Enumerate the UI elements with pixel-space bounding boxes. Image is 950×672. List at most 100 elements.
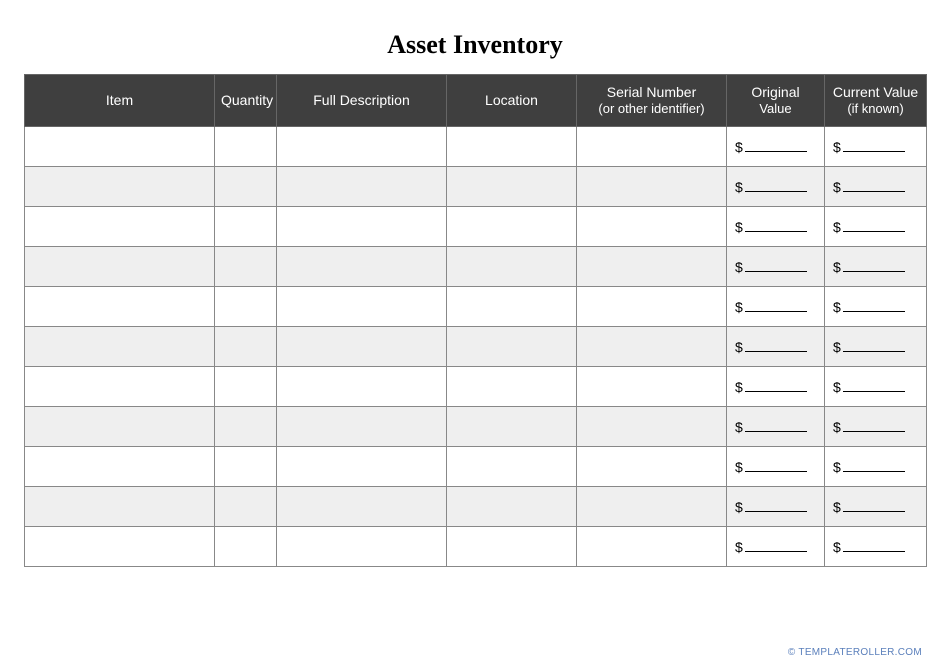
cell-serial[interactable] (577, 447, 727, 487)
table-row: $$ (25, 207, 927, 247)
cell-description[interactable] (277, 407, 447, 447)
cell-quantity[interactable] (215, 287, 277, 327)
cell-item[interactable] (25, 527, 215, 567)
cell-current-value[interactable]: $ (825, 167, 927, 207)
cell-original-value[interactable]: $ (727, 287, 825, 327)
cell-item[interactable] (25, 367, 215, 407)
cell-location[interactable] (447, 367, 577, 407)
cell-item[interactable] (25, 327, 215, 367)
cell-current-value[interactable]: $ (825, 327, 927, 367)
footer-attribution: © TEMPLATEROLLER.COM (788, 647, 922, 658)
cell-original-value[interactable]: $ (727, 167, 825, 207)
cell-serial[interactable] (577, 487, 727, 527)
cell-quantity[interactable] (215, 127, 277, 167)
cell-current-value[interactable]: $ (825, 447, 927, 487)
col-header-serial-main: Serial Number (607, 84, 696, 100)
cell-original-value[interactable]: $ (727, 487, 825, 527)
cell-description[interactable] (277, 447, 447, 487)
cell-quantity[interactable] (215, 207, 277, 247)
col-header-current-sub: (if known) (831, 101, 920, 118)
cell-item[interactable] (25, 207, 215, 247)
cell-quantity[interactable] (215, 447, 277, 487)
cell-description[interactable] (277, 527, 447, 567)
cell-item[interactable] (25, 407, 215, 447)
cell-location[interactable] (447, 247, 577, 287)
currency-symbol: $ (735, 139, 743, 155)
cell-location[interactable] (447, 407, 577, 447)
cell-serial[interactable] (577, 247, 727, 287)
cell-current-value[interactable]: $ (825, 367, 927, 407)
cell-quantity[interactable] (215, 487, 277, 527)
table-row: $$ (25, 287, 927, 327)
page-title: Asset Inventory (24, 30, 926, 60)
cell-original-value[interactable]: $ (727, 367, 825, 407)
cell-description[interactable] (277, 247, 447, 287)
cell-description[interactable] (277, 167, 447, 207)
cell-quantity[interactable] (215, 167, 277, 207)
cell-current-value[interactable]: $ (825, 407, 927, 447)
cell-quantity[interactable] (215, 367, 277, 407)
cell-location[interactable] (447, 447, 577, 487)
cell-original-value[interactable]: $ (727, 527, 825, 567)
cell-description[interactable] (277, 207, 447, 247)
currency-symbol: $ (735, 219, 743, 235)
cell-quantity[interactable] (215, 327, 277, 367)
cell-serial[interactable] (577, 407, 727, 447)
cell-serial[interactable] (577, 287, 727, 327)
cell-item[interactable] (25, 247, 215, 287)
cell-current-value[interactable]: $ (825, 247, 927, 287)
cell-current-value[interactable]: $ (825, 127, 927, 167)
cell-serial[interactable] (577, 167, 727, 207)
cell-original-value[interactable]: $ (727, 447, 825, 487)
cell-description[interactable] (277, 487, 447, 527)
cell-current-value[interactable]: $ (825, 287, 927, 327)
cell-current-value[interactable]: $ (825, 207, 927, 247)
cell-item[interactable] (25, 287, 215, 327)
cell-description[interactable] (277, 327, 447, 367)
cell-location[interactable] (447, 127, 577, 167)
table-body: $$$$$$$$$$$$$$$$$$$$$$ (25, 127, 927, 567)
cell-quantity[interactable] (215, 247, 277, 287)
cell-location[interactable] (447, 287, 577, 327)
cell-location[interactable] (447, 527, 577, 567)
cell-original-value[interactable]: $ (727, 207, 825, 247)
cell-serial[interactable] (577, 327, 727, 367)
copyright-icon: © (788, 647, 796, 658)
value-fill-line (745, 498, 807, 512)
table-header-row: Item Quantity Full Description Location … (25, 75, 927, 127)
cell-quantity[interactable] (215, 527, 277, 567)
cell-item[interactable] (25, 447, 215, 487)
currency-symbol: $ (833, 539, 841, 555)
cell-original-value[interactable]: $ (727, 127, 825, 167)
cell-location[interactable] (447, 487, 577, 527)
cell-location[interactable] (447, 207, 577, 247)
cell-description[interactable] (277, 367, 447, 407)
col-header-original-value: Original Value (727, 75, 825, 127)
cell-original-value[interactable]: $ (727, 327, 825, 367)
cell-serial[interactable] (577, 367, 727, 407)
cell-current-value[interactable]: $ (825, 487, 927, 527)
table-row: $$ (25, 167, 927, 207)
cell-description[interactable] (277, 287, 447, 327)
cell-original-value[interactable]: $ (727, 247, 825, 287)
cell-quantity[interactable] (215, 407, 277, 447)
value-fill-line (843, 498, 905, 512)
cell-location[interactable] (447, 327, 577, 367)
col-header-current-main: Current Value (833, 84, 918, 100)
cell-item[interactable] (25, 487, 215, 527)
currency-symbol: $ (735, 499, 743, 515)
cell-item[interactable] (25, 127, 215, 167)
cell-current-value[interactable]: $ (825, 527, 927, 567)
cell-location[interactable] (447, 167, 577, 207)
cell-serial[interactable] (577, 527, 727, 567)
cell-original-value[interactable]: $ (727, 407, 825, 447)
cell-serial[interactable] (577, 207, 727, 247)
cell-description[interactable] (277, 127, 447, 167)
cell-item[interactable] (25, 167, 215, 207)
table-row: $$ (25, 247, 927, 287)
currency-symbol: $ (735, 259, 743, 275)
currency-symbol: $ (833, 459, 841, 475)
col-header-location: Location (447, 75, 577, 127)
currency-symbol: $ (833, 259, 841, 275)
cell-serial[interactable] (577, 127, 727, 167)
